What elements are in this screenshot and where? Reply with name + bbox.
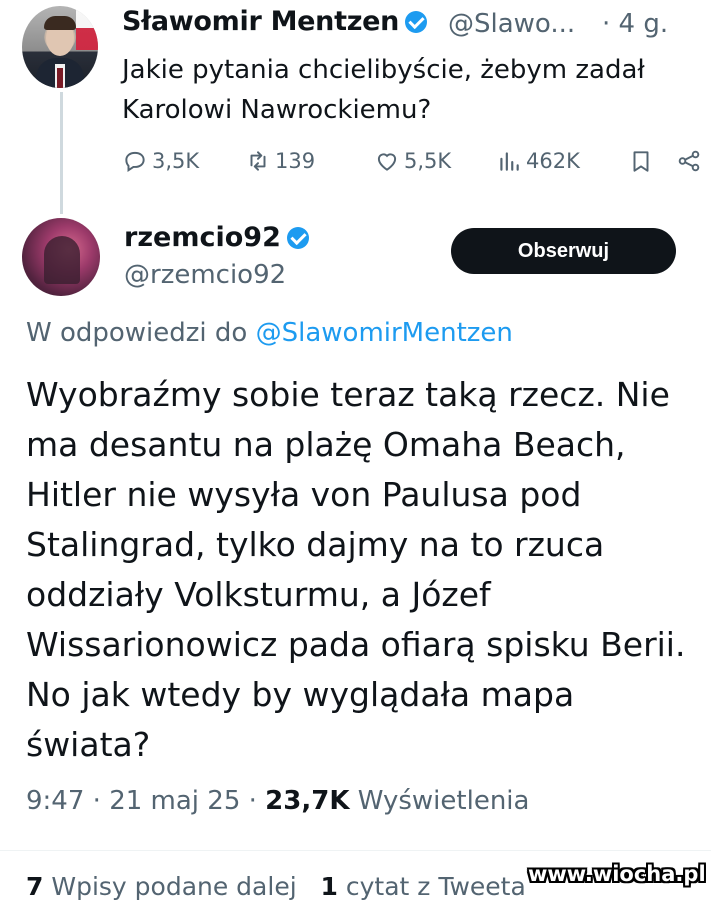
reply-count: 3,5K: [152, 149, 200, 173]
reposts-label[interactable]: Wpisy podane dalej: [51, 872, 296, 901]
thread-line: [60, 92, 63, 214]
quotes-label[interactable]: cytat z Tweeta: [346, 872, 526, 901]
follow-button[interactable]: Obserwuj: [451, 228, 676, 274]
retweet-icon: [250, 151, 266, 171]
mentzen-avatar[interactable]: [22, 6, 98, 88]
parent-author-name[interactable]: Sławomir Mentzen: [122, 6, 428, 37]
reply-to-line: W odpowiedzi do @SlawomirMentzen: [26, 318, 513, 348]
parent-author-handle[interactable]: @Slawo...: [448, 9, 575, 39]
tweet-meta: 9:47 · 21 maj 25 · 23,7K Wyświetlenia: [26, 786, 530, 816]
reply-action[interactable]: 3,5K: [122, 148, 199, 174]
reposts-count[interactable]: 7: [26, 872, 43, 901]
retweet-action[interactable]: 139: [245, 148, 315, 174]
bookmark-icon: [633, 151, 649, 172]
like-icon: [377, 153, 397, 171]
tweet-date[interactable]: 21 maj 25: [109, 786, 240, 816]
engagement-stats: 7 Wpisy podane dalej 1 cytat z Tweeta: [26, 872, 526, 901]
share-action[interactable]: [676, 148, 702, 174]
views-action[interactable]: 462K: [496, 148, 580, 174]
reply-tweet-text: Wyobraźmy sobie teraz taką rzecz. Nie ma…: [26, 375, 686, 764]
reply-to-prefix: W odpowiedzi do: [26, 318, 248, 348]
parent-tweet-time[interactable]: · 4 g.: [602, 9, 668, 39]
verified-badge-icon: [405, 11, 428, 33]
parent-tweet-text: Jakie pytania chcielibyście, żebym zadał…: [122, 55, 645, 125]
bookmark-action[interactable]: [628, 148, 654, 174]
reply-to-mention-link[interactable]: @SlawomirMentzen: [256, 318, 513, 348]
share-icon: [678, 150, 700, 172]
views-label: Wyświetlenia: [357, 786, 530, 816]
reply-author-name[interactable]: rzemcio92: [124, 222, 309, 253]
tweet-time[interactable]: 9:47: [26, 786, 84, 816]
like-action[interactable]: 5,5K: [374, 148, 451, 174]
reply-author-handle[interactable]: @rzemcio92: [124, 260, 286, 290]
views-total: 23,7K: [265, 786, 350, 816]
views-icon: [500, 152, 519, 171]
views-count: 462K: [526, 149, 580, 173]
quotes-count[interactable]: 1: [321, 872, 338, 901]
reply-icon: [125, 151, 145, 173]
verified-badge-icon: [286, 227, 309, 249]
rzemcio-avatar[interactable]: [22, 218, 100, 296]
like-count: 5,5K: [404, 149, 452, 173]
divider: [0, 850, 711, 851]
watermark: www.wiocha.pl: [528, 862, 706, 886]
retweet-count: 139: [275, 149, 316, 173]
